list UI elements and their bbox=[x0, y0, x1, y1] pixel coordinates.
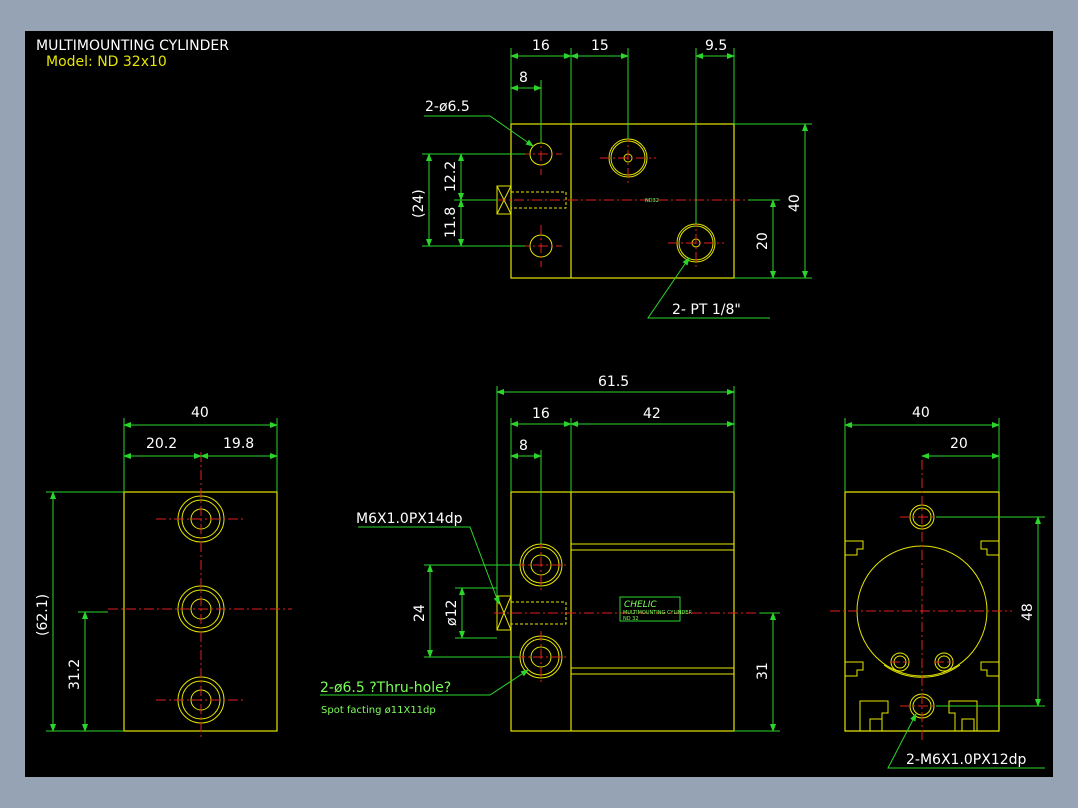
front-thread-note: M6X1.0PX14dp bbox=[356, 511, 463, 527]
front-dim-8: 8 bbox=[519, 438, 528, 454]
brand-name: CHELIC bbox=[624, 600, 657, 610]
top-port-note: 2- PT 1/8" bbox=[672, 302, 741, 318]
top-dim-20: 20 bbox=[755, 232, 771, 250]
front-dim-16: 16 bbox=[532, 406, 550, 422]
drawing-model: Model: ND 32x10 bbox=[46, 54, 167, 70]
front-dim-dia-12: ø12 bbox=[444, 600, 460, 626]
front-dim-61-5: 61.5 bbox=[598, 374, 629, 390]
top-dim-24-ref: (24) bbox=[411, 189, 427, 218]
right-view: 40 20 48 2-M6X1.0PX12dp bbox=[830, 405, 1045, 769]
top-body-mark: ND32 bbox=[645, 198, 659, 204]
left-dim-40: 40 bbox=[191, 405, 209, 421]
left-dim-31-2: 31.2 bbox=[67, 659, 83, 690]
viewport-frame: MULTIMOUNTING CYLINDER Model: ND 32x10 N… bbox=[0, 0, 1078, 808]
front-hole-note: 2-ø6.5 ?Thru-hole? bbox=[320, 680, 451, 696]
left-dim-19-8: 19.8 bbox=[223, 436, 254, 452]
drawing-title: MULTIMOUNTING CYLINDER bbox=[36, 38, 229, 54]
top-dim-11-8: 11.8 bbox=[443, 207, 459, 238]
right-dim-40: 40 bbox=[912, 405, 930, 421]
left-view: 40 20.2 19.8 (62.1) 31.2 bbox=[35, 405, 292, 740]
top-dim-40: 40 bbox=[787, 194, 803, 212]
drawing-canvas[interactable]: MULTIMOUNTING CYLINDER Model: ND 32x10 N… bbox=[25, 31, 1053, 777]
left-dim-62-1: (62.1) bbox=[35, 594, 51, 636]
top-hole-note: 2-ø6.5 bbox=[425, 99, 470, 115]
brand-model: ND 32 bbox=[623, 616, 639, 622]
right-thread-note: 2-M6X1.0PX12dp bbox=[906, 752, 1027, 768]
right-dim-20: 20 bbox=[950, 436, 968, 452]
right-dim-48: 48 bbox=[1020, 603, 1036, 621]
top-dim-12-2: 12.2 bbox=[443, 161, 459, 192]
top-view: ND32 16 15 9.5 8 40 20 12.2 11.8 (24) 2-… bbox=[411, 38, 812, 319]
cad-drawing: MULTIMOUNTING CYLINDER Model: ND 32x10 N… bbox=[35, 38, 1045, 769]
left-dim-20-2: 20.2 bbox=[146, 436, 177, 452]
front-dim-42: 42 bbox=[643, 406, 661, 422]
front-spot-note: Spot facting ø11X11dp bbox=[321, 705, 436, 716]
front-dim-24: 24 bbox=[412, 604, 428, 622]
top-dim-8: 8 bbox=[519, 70, 528, 86]
top-dim-9-5: 9.5 bbox=[705, 38, 727, 54]
front-dim-31: 31 bbox=[755, 662, 771, 680]
front-view: CHELIC MULTIMOUNTING CYLINDER ND 32 61.5… bbox=[320, 374, 780, 732]
top-body-outline bbox=[510, 123, 735, 279]
top-dim-15: 15 bbox=[591, 38, 609, 54]
top-dim-16: 16 bbox=[532, 38, 550, 54]
